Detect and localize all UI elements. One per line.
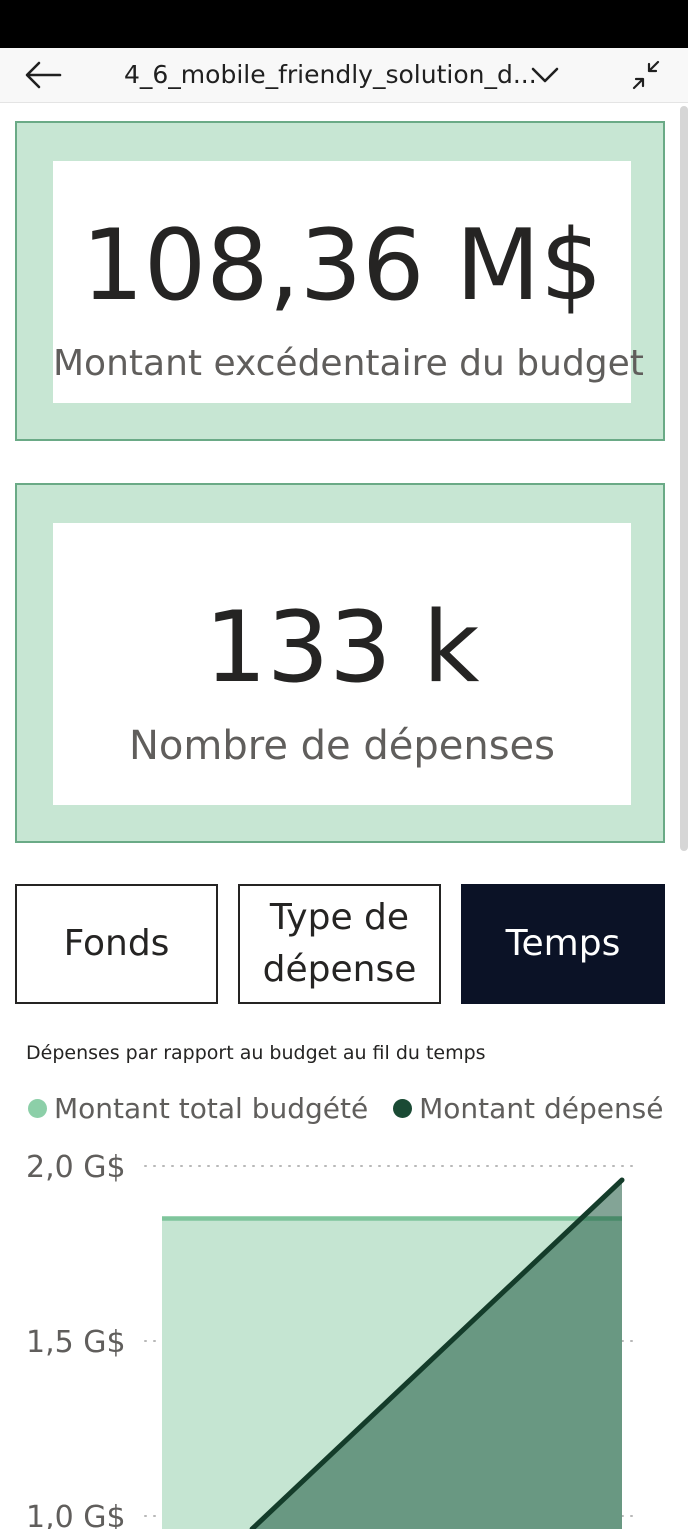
- kpi-label: Nombre de dépenses: [129, 723, 555, 769]
- kpi-card-over-budget: 108,36 M$ Montant excédentaire du budget: [15, 121, 665, 441]
- kpi-card-expense-count: 133 k Nombre de dépenses: [15, 483, 665, 843]
- legend-dot-budget: [28, 1099, 47, 1118]
- kpi-value: 108,36 M$: [81, 209, 603, 323]
- kpi-label: Montant excédentaire du budget: [53, 343, 644, 384]
- report-title[interactable]: 4_6_mobile_friendly_solution_d...: [124, 60, 537, 89]
- kpi-card-inner: 133 k Nombre de dépenses: [53, 523, 631, 805]
- legend-label-budget: Montant total budgété: [54, 1092, 369, 1125]
- nav-button-type-de-depense[interactable]: Type de dépense: [238, 884, 441, 1004]
- chart-legend: Montant total budgété Montant dépensé: [28, 1092, 664, 1125]
- y-tick-label: 1,0 G$: [26, 1500, 126, 1529]
- legend-item-budget: Montant total budgété: [28, 1092, 368, 1125]
- legend-dot-spent: [393, 1099, 413, 1118]
- chart-title: Dépenses par rapport au budget au fil du…: [26, 1042, 486, 1064]
- kpi-value: 133 k: [204, 591, 480, 705]
- legend-label-spent: Montant dépensé: [419, 1092, 664, 1125]
- status-bar: [0, 0, 688, 48]
- area-chart[interactable]: 2,0 G$ 1,5 G$ 1,0 G$: [0, 1140, 688, 1529]
- collapse-arrows-icon[interactable]: [628, 58, 664, 94]
- y-tick-label: 2,0 G$: [26, 1150, 126, 1185]
- nav-button-temps[interactable]: Temps: [461, 884, 665, 1004]
- legend-item-spent: Montant dépensé: [393, 1092, 664, 1125]
- chevron-down-icon[interactable]: [530, 61, 560, 89]
- scrollbar[interactable]: [680, 106, 688, 851]
- nav-button-fonds[interactable]: Fonds: [15, 884, 218, 1004]
- y-axis-ticks: 2,0 G$ 1,5 G$ 1,0 G$: [26, 1150, 126, 1529]
- arrow-left-icon[interactable]: [22, 58, 64, 92]
- plot-area: [162, 1177, 625, 1529]
- kpi-card-inner: 108,36 M$ Montant excédentaire du budget: [53, 161, 644, 403]
- y-tick-label: 1,5 G$: [26, 1325, 126, 1360]
- app-header: 4_6_mobile_friendly_solution_d...: [0, 48, 688, 103]
